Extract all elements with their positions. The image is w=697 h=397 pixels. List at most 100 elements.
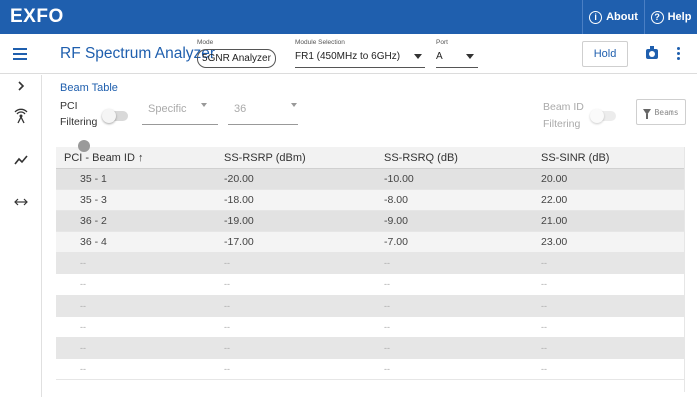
table-cell: 23.00	[541, 236, 568, 249]
hold-button[interactable]: Hold	[582, 41, 628, 67]
exfo-logo: EXFO	[10, 6, 64, 27]
filter-icon	[643, 109, 652, 119]
table-cell: 21.00	[541, 215, 568, 228]
column-header-ss-rsrp[interactable]: SS-RSRP (dBm)	[224, 152, 306, 164]
antenna-icon[interactable]	[0, 108, 42, 127]
port-label: Port	[436, 39, 448, 46]
menu-icon[interactable]	[13, 48, 27, 60]
column-header-ss-rsrq[interactable]: SS-RSRQ (dB)	[384, 152, 458, 164]
pci-filtering-toggle[interactable]	[102, 109, 128, 123]
table-cell: -19.00	[224, 215, 254, 228]
port-dropdown[interactable]: A	[436, 51, 443, 62]
table-row[interactable]: 35 - 3 -18.00 -8.00 22.00	[56, 190, 684, 212]
table-cell: -20.00	[224, 173, 254, 185]
pci-value-dropdown[interactable]: 36	[234, 103, 246, 115]
chevron-down-icon[interactable]	[291, 103, 297, 107]
table-cell: 22.00	[541, 194, 568, 207]
table-cell: --	[541, 300, 547, 311]
beam-id-filtering-label: Beam ID Filtering	[543, 99, 584, 133]
page-title: RF Spectrum Analyzer	[60, 45, 216, 62]
table-cell: 36 - 4	[80, 236, 107, 249]
table-cell: --	[224, 300, 230, 311]
about-label: About	[606, 11, 638, 23]
mode-selector[interactable]: 5GNR Analyzer	[197, 49, 276, 68]
table-cell: --	[541, 279, 547, 290]
table-cell: --	[224, 363, 230, 374]
pci-filter-mode-dropdown[interactable]: Specific	[148, 103, 187, 115]
drag-handle[interactable]	[78, 140, 90, 152]
table-row[interactable]: 35 - 1 -20.00 -10.00 20.00	[56, 169, 684, 191]
pci-filtering-label-line1: PCI	[60, 100, 78, 112]
question-icon: ?	[650, 10, 664, 24]
table-cell: -8.00	[384, 194, 408, 207]
help-button[interactable]: ? Help	[644, 0, 697, 34]
top-bar: EXFO i About ? Help	[0, 0, 697, 34]
chevron-right-icon[interactable]	[0, 79, 42, 94]
table-cell: --	[384, 321, 390, 332]
chevron-down-icon[interactable]	[414, 54, 422, 59]
table-cell: --	[384, 300, 390, 311]
table-row[interactable]: -- -- -- --	[56, 337, 684, 359]
port-underline	[436, 67, 478, 68]
table-cell: --	[541, 321, 547, 332]
beam-id-filtering-toggle[interactable]	[590, 109, 616, 123]
table-cell: --	[541, 363, 547, 374]
table-cell: --	[80, 363, 86, 374]
table-cell: --	[384, 258, 390, 269]
table-cell: --	[541, 342, 547, 353]
module-selection-dropdown[interactable]: FR1 (450MHz to 6GHz)	[295, 51, 400, 62]
table-row[interactable]: -- -- -- --	[56, 295, 684, 317]
table-row[interactable]: -- -- -- --	[56, 274, 684, 296]
column-header-pci-beam-id[interactable]: PCI - Beam ID ↑	[64, 152, 143, 164]
table-row[interactable]: 36 - 4 -17.00 -7.00 23.00	[56, 232, 684, 254]
table-header: PCI - Beam ID ↑ SS-RSRP (dBm) SS-RSRQ (d…	[56, 147, 684, 169]
table-cell: --	[80, 279, 86, 290]
table-row[interactable]: -- -- -- --	[56, 253, 684, 275]
table-row[interactable]: -- -- -- --	[56, 316, 684, 338]
table-cell: -7.00	[384, 236, 408, 249]
table-body: 35 - 1 -20.00 -10.00 20.00 35 - 3 -18.00 -8.00…	[56, 169, 684, 380]
beams-button-label: Beams	[654, 107, 679, 117]
trend-icon[interactable]	[0, 153, 42, 168]
table-cell: -17.00	[224, 236, 254, 249]
table-row[interactable]: -- -- -- --	[56, 358, 684, 380]
beam-id-filtering-label-line2: Filtering	[543, 118, 581, 130]
beam-id-filtering-label-line1: Beam ID	[543, 101, 584, 113]
column-header-ss-sinr[interactable]: SS-SINR (dB)	[541, 152, 609, 164]
table-cell: --	[224, 321, 230, 332]
table-cell: 20.00	[541, 173, 568, 185]
beam-table: PCI - Beam ID ↑ SS-RSRP (dBm) SS-RSRQ (d…	[56, 147, 684, 380]
table-cell: --	[541, 258, 547, 269]
table-row[interactable]: 36 - 2 -19.00 -9.00 21.00	[56, 211, 684, 233]
table-cell: --	[224, 342, 230, 353]
chevron-down-icon[interactable]	[201, 103, 207, 107]
module-selection-label: Module Selection	[295, 39, 345, 46]
pci-value-underline	[228, 124, 298, 125]
table-cell: --	[80, 300, 86, 311]
camera-icon[interactable]	[646, 46, 658, 59]
beam-table-title: Beam Table	[60, 82, 118, 94]
info-icon: i	[589, 10, 603, 24]
column-header-label: PCI - Beam ID	[64, 152, 135, 164]
table-cell: --	[384, 363, 390, 374]
pci-filter-mode-underline	[142, 124, 218, 125]
table-cell: --	[224, 258, 230, 269]
table-cell: -9.00	[384, 215, 408, 228]
swap-horizontal-icon[interactable]	[0, 195, 42, 210]
more-options-icon[interactable]	[677, 47, 681, 62]
table-scrollbar[interactable]	[684, 147, 685, 392]
table-cell: --	[80, 342, 86, 353]
app-toolbar: RF Spectrum Analyzer Mode 5GNR Analyzer …	[0, 34, 697, 74]
table-cell: -18.00	[224, 194, 254, 207]
table-cell: 35 - 1	[80, 173, 107, 185]
chevron-down-icon[interactable]	[466, 54, 474, 59]
about-button[interactable]: i About	[582, 0, 644, 34]
pci-filtering-label: PCI Filtering	[60, 98, 97, 130]
left-rail	[0, 75, 42, 397]
table-cell: --	[384, 342, 390, 353]
beams-filter-button[interactable]: Beams	[636, 99, 686, 125]
pci-filtering-label-line2: Filtering	[60, 116, 98, 128]
table-cell: --	[224, 279, 230, 290]
pci-filtering-toggle-knob	[102, 109, 116, 123]
table-cell: 35 - 3	[80, 194, 107, 207]
